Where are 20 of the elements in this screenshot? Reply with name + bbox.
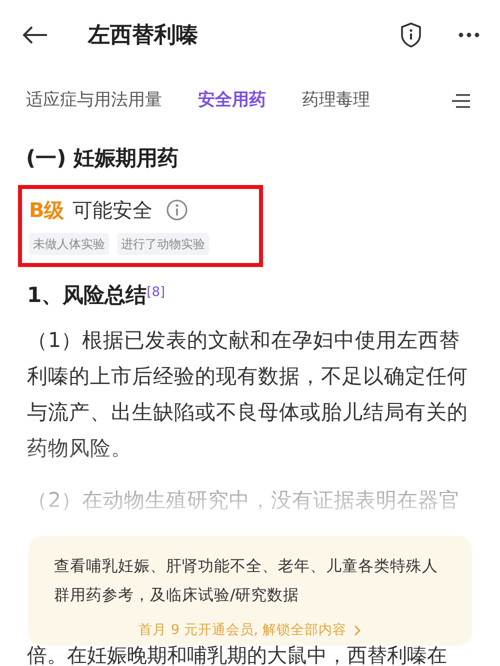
tab[interactable]: 药理毒理: [302, 88, 370, 114]
info-icon[interactable]: [166, 199, 188, 222]
grade-label: 可能安全: [72, 197, 152, 224]
tag: 未做人体实验: [29, 233, 109, 256]
tag: 进行了动物实验: [117, 233, 209, 256]
more-icon[interactable]: [458, 32, 480, 38]
menu-icon[interactable]: [452, 94, 470, 108]
shield-info-icon[interactable]: [400, 22, 422, 48]
subheading: 1、风险总结$^{[8]}$: [26, 282, 166, 308]
tab[interactable]: 安全用药: [198, 88, 266, 114]
banner-text: 查看哺乳妊娠、肝肾功能不全、老年、儿童各类特殊人群用药参考，及临床试验/研究数据: [54, 556, 439, 606]
section-heading: (一) 妊娠期用药: [25, 145, 180, 172]
paragraph: （2）在动物生殖研究中，没有证据表明在器官: [27, 487, 462, 514]
paragraph-line: 倍。在妊娠晚期和哺乳期的大鼠中，西替利嗪在: [27, 644, 447, 666]
paragraph: （1）根据已发表的文献和在孕妇中使用左西替利嗪的上市后经验的现有数据，不足以确定任何与流产、出生缺陷或不良母体或胎儿结局有关的药物风险。: [27, 327, 469, 462]
page-title: 左西替利嗪: [88, 22, 199, 50]
pregnancy-grade: B级: [29, 197, 64, 224]
chevron-icon: [354, 624, 362, 636]
tab[interactable]: 适应症与用法用量: [26, 88, 162, 114]
back-icon[interactable]: [22, 25, 48, 45]
